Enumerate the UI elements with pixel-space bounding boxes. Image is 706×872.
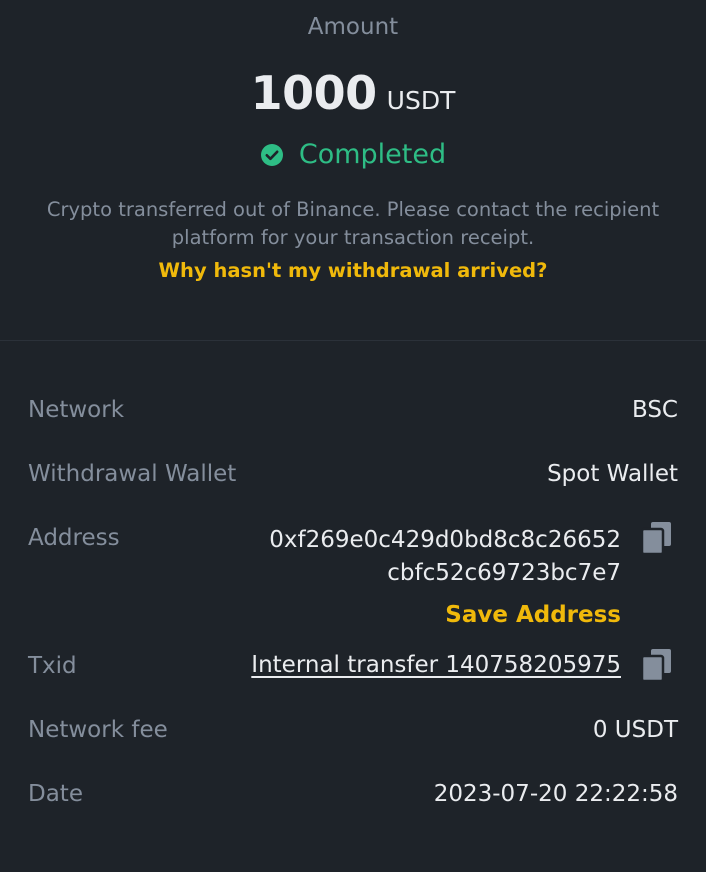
date-value: 2023-07-20 22:22:58 bbox=[433, 781, 678, 807]
network-fee-value: 0 USDT bbox=[592, 717, 678, 743]
network-value: BSC bbox=[631, 397, 678, 423]
amount-display: 1000 USDT bbox=[0, 66, 706, 120]
wallet-value: Spot Wallet bbox=[547, 461, 678, 487]
network-fee-label: Network fee bbox=[28, 717, 168, 743]
copy-txid-icon[interactable] bbox=[640, 648, 673, 683]
amount-value: 1000 bbox=[250, 66, 378, 120]
withdrawal-detail-page: Amount 1000 USDT Completed Crypto transf… bbox=[0, 0, 706, 872]
txid-value-link[interactable]: Internal transfer 140758205975 bbox=[251, 652, 621, 678]
address-label: Address bbox=[28, 525, 120, 551]
withdrawal-help-link[interactable]: Why hasn't my withdrawal arrived? bbox=[0, 259, 706, 282]
check-circle-icon bbox=[260, 143, 284, 167]
date-label: Date bbox=[28, 781, 83, 807]
status-description: Crypto transferred out of Binance. Pleas… bbox=[46, 198, 660, 249]
status-badge: Completed bbox=[0, 139, 706, 170]
status-text: Completed bbox=[298, 139, 447, 170]
address-value: 0xf269e0c429d0bd8c8c26652cbfc52c69723bc7… bbox=[269, 527, 621, 586]
wallet-label: Withdrawal Wallet bbox=[28, 461, 237, 487]
save-address-button[interactable]: Save Address bbox=[445, 602, 621, 628]
txid-label: Txid bbox=[28, 653, 77, 679]
amount-label: Amount bbox=[307, 14, 399, 40]
withdrawal-summary: Amount 1000 USDT Completed Crypto transf… bbox=[0, 0, 706, 340]
copy-address-icon[interactable] bbox=[640, 521, 673, 556]
section-divider bbox=[0, 340, 706, 341]
network-label: Network bbox=[28, 397, 125, 423]
amount-unit: USDT bbox=[386, 86, 456, 115]
